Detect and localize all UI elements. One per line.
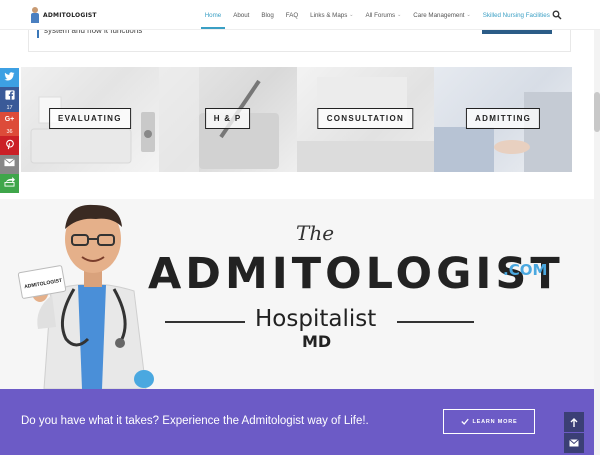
hero-brand-name: ADMITOLOGIST bbox=[148, 249, 564, 299]
chevron-down-icon: ⌄ bbox=[466, 12, 471, 18]
share-bar: 17 G+ 36 bbox=[0, 68, 19, 193]
intro-button[interactable] bbox=[482, 30, 552, 34]
tile-label: H & P bbox=[204, 108, 251, 129]
site-logo[interactable]: ADMITOLOGIST bbox=[30, 6, 97, 24]
tile-consultation[interactable]: CONSULTATION bbox=[296, 67, 435, 172]
share-twitter-button[interactable] bbox=[0, 68, 19, 87]
hero-subtitle: Hospitalist bbox=[255, 306, 377, 332]
tile-label: CONSULTATION bbox=[317, 108, 414, 129]
share-pinterest-button[interactable] bbox=[0, 136, 19, 155]
tile-label: EVALUATING bbox=[48, 108, 131, 129]
nav-item-skilled-nursing[interactable]: Skilled Nursing Facilities ⌄ bbox=[477, 0, 562, 30]
cta-band: Do you have what it takes? Experience th… bbox=[0, 389, 600, 455]
nav-label: Home bbox=[204, 11, 222, 19]
share-email-button[interactable] bbox=[0, 155, 19, 174]
nav-item-faq[interactable]: FAQ bbox=[280, 0, 304, 30]
nav-label: FAQ bbox=[285, 11, 299, 19]
nav-label: Blog bbox=[261, 11, 274, 19]
mail-icon bbox=[569, 439, 579, 447]
nav-label: All Forums bbox=[365, 11, 396, 19]
share-more-icon bbox=[4, 177, 15, 187]
hero-banner: ADMITOLOGIST The ADMITOLOGIST .COM Hospi… bbox=[0, 199, 600, 389]
facebook-icon bbox=[4, 90, 15, 100]
nav-label: Care Management bbox=[413, 11, 465, 19]
email-icon bbox=[4, 158, 15, 167]
logo-doctor-icon bbox=[30, 7, 40, 23]
page-scrollbar[interactable] bbox=[594, 0, 600, 455]
nav-item-home[interactable]: Home bbox=[199, 0, 228, 30]
twitter-icon bbox=[4, 72, 15, 81]
service-tiles: EVALUATING H & P CONSULTATION ADMITTING bbox=[21, 67, 572, 172]
nav-label: About bbox=[233, 11, 250, 19]
nav-item-links-maps[interactable]: Links & Maps ⌄ bbox=[304, 0, 359, 30]
tile-evaluating[interactable]: EVALUATING bbox=[21, 67, 159, 172]
hero-the: The bbox=[296, 221, 335, 245]
cta-text: Do you have what it takes? Experience th… bbox=[21, 415, 369, 427]
facebook-share-count: 17 bbox=[6, 105, 13, 111]
nav-item-blog[interactable]: Blog bbox=[255, 0, 279, 30]
google-plus-share-count: 36 bbox=[6, 129, 13, 135]
hero-divider-right bbox=[397, 321, 474, 323]
learn-more-label: LEARN MORE bbox=[472, 418, 518, 425]
scrollbar-thumb[interactable] bbox=[594, 92, 600, 132]
learn-more-button[interactable]: LEARN MORE bbox=[443, 409, 535, 434]
nav-item-about[interactable]: About bbox=[227, 0, 255, 30]
pinterest-icon bbox=[5, 139, 14, 150]
search-icon[interactable] bbox=[552, 10, 562, 20]
nav-label: Skilled Nursing Facilities bbox=[482, 11, 550, 19]
arrow-up-icon bbox=[570, 417, 578, 427]
scroll-to-top-button[interactable] bbox=[564, 412, 584, 432]
nav-item-all-forums[interactable]: All Forums ⌄ bbox=[360, 0, 408, 30]
hero-divider-left bbox=[165, 321, 245, 323]
chevron-down-icon: ⌄ bbox=[397, 12, 402, 18]
chevron-down-icon: ⌄ bbox=[349, 12, 354, 18]
hero-brand-com: .COM bbox=[503, 261, 548, 279]
checkmark-icon bbox=[460, 418, 469, 425]
share-more-button[interactable] bbox=[0, 174, 19, 193]
main-nav: Home About Blog FAQ Links & Maps ⌄ All Fo… bbox=[199, 0, 562, 30]
tile-h-and-p[interactable]: H & P bbox=[158, 67, 297, 172]
tile-admitting[interactable]: ADMITTING bbox=[434, 67, 572, 172]
tile-label: ADMITTING bbox=[466, 108, 541, 129]
logo-text: ADMITOLOGIST bbox=[43, 11, 97, 19]
nav-item-care-management[interactable]: Care Management ⌄ bbox=[407, 0, 476, 30]
site-header: ADMITOLOGIST Home About Blog FAQ Links &… bbox=[0, 0, 600, 30]
google-plus-icon: G+ bbox=[4, 116, 15, 123]
share-google-plus-button[interactable]: G+ 36 bbox=[0, 112, 19, 136]
share-facebook-button[interactable]: 17 bbox=[0, 87, 19, 112]
contact-mail-button[interactable] bbox=[564, 433, 584, 453]
cartoon-doctor-illustration bbox=[17, 204, 154, 389]
hero-md: MD bbox=[302, 332, 332, 351]
nav-label: Links & Maps bbox=[310, 11, 348, 19]
